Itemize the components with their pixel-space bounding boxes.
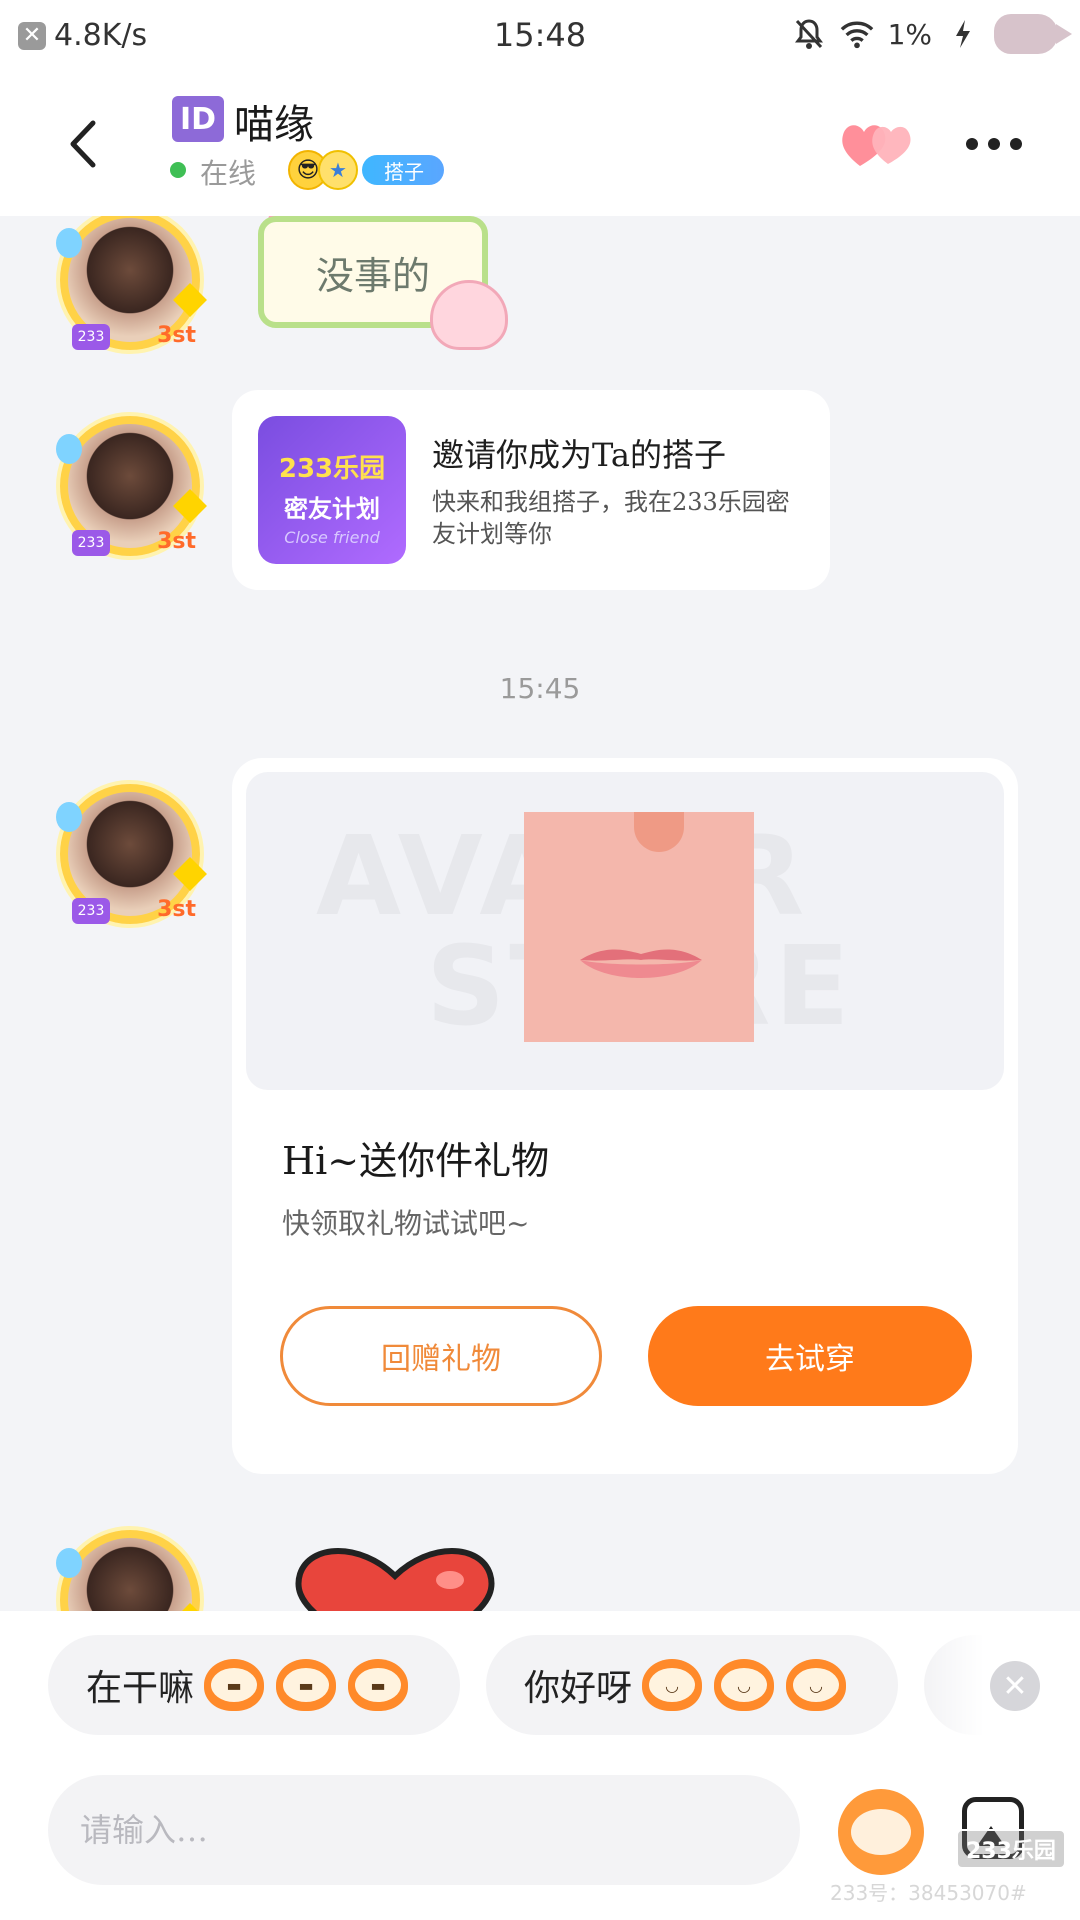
quick-reply-label: 你好呀: [524, 1668, 633, 1709]
back-button[interactable]: [58, 116, 106, 172]
smile-monkey-emoji-icon: ◡: [714, 1659, 775, 1711]
partner-label: 搭子: [362, 155, 444, 185]
online-status: 在线: [200, 157, 257, 190]
face-shape: ▬: [211, 1668, 258, 1702]
balloon-deco-icon: [56, 1548, 82, 1578]
id-badge: ID: [172, 96, 224, 142]
gift-preview[interactable]: AVATAR STORE: [246, 772, 1004, 1090]
more-dot: [988, 138, 1000, 150]
nose-shape: [634, 812, 684, 852]
status-bar: ✕ 4.8K/s 15:48 1%: [0, 0, 1080, 70]
star-deco-icon: [173, 857, 207, 891]
invite-description: 快来和我组搭子，我在233乐园密友计划等你: [432, 488, 790, 548]
online-dot: [170, 162, 186, 178]
more-dot: [966, 138, 978, 150]
watermark-logo: 233乐园: [956, 1829, 1066, 1869]
avatar-tag: 3st: [157, 323, 196, 348]
mascot-emoji-button[interactable]: [838, 1789, 924, 1875]
invite-icon-line3: Close friend: [284, 528, 380, 547]
star-deco-icon: [173, 489, 207, 523]
more-dot: [1010, 138, 1022, 150]
close-friend-plan-icon: 233乐园 密友计划 Close friend: [258, 416, 406, 564]
balloon-deco-icon: [56, 228, 82, 258]
face-shape: ▬: [355, 1668, 402, 1702]
quick-reply-label: 在干嘛: [86, 1668, 195, 1709]
close-icon: ✕: [1002, 1668, 1028, 1704]
mascot-face-icon: [851, 1809, 911, 1855]
battery-percent: 1%: [887, 17, 932, 51]
heart-sticker-icon[interactable]: [290, 1546, 500, 1611]
star-eyes-emoji-icon: ★: [318, 150, 358, 190]
gift-card[interactable]: AVATAR STORE Hi~送你件礼物 快领取礼物试试吧~ 回赠礼物 去试穿: [232, 758, 1018, 1474]
chevron-left-icon: [70, 120, 96, 168]
grin-monkey-emoji-icon: ▬: [276, 1659, 337, 1711]
invite-card[interactable]: 233乐园 密友计划 Close friend 邀请你成为Ta的搭子 快来和我组…: [232, 390, 830, 590]
status-right: 1%: [792, 14, 1072, 54]
invite-icon-line2: 密友计划: [284, 495, 380, 523]
return-gift-button[interactable]: 回赠礼物: [280, 1306, 602, 1406]
face-shape: ▬: [283, 1668, 330, 1702]
more-options-button[interactable]: [966, 132, 1026, 156]
fish-icon: [994, 14, 1072, 54]
gift-title: Hi~送你件礼物: [282, 1139, 550, 1183]
avatar-tag: 3st: [157, 529, 196, 554]
chat-header: ID 喵缘 在线 😎 ★ 搭子: [0, 70, 1080, 216]
invite-title: 邀请你成为Ta的搭子: [432, 436, 726, 474]
face-shape: ◡: [649, 1668, 696, 1702]
teapot-sticker-icon: [430, 280, 508, 350]
smile-monkey-emoji-icon: ◡: [642, 1659, 703, 1711]
star-deco-icon: [173, 283, 207, 317]
avatar-badge: 233: [72, 530, 110, 556]
quick-reply-chip-partial[interactable]: [924, 1635, 984, 1735]
quick-reply-chip[interactable]: 你好呀 ◡ ◡ ◡: [486, 1635, 898, 1735]
grin-monkey-emoji-icon: ▬: [204, 1659, 265, 1711]
face-shape: ◡: [721, 1668, 768, 1702]
close-quick-replies-button[interactable]: ✕: [990, 1661, 1040, 1711]
message-input[interactable]: [48, 1775, 800, 1885]
star-deco-icon: [173, 1603, 207, 1611]
mute-bell-icon: [792, 17, 826, 51]
balloon-deco-icon: [56, 802, 82, 832]
watermark-user-id: 233号：38453070#: [830, 1881, 1027, 1905]
face-shape: ◡: [793, 1668, 840, 1702]
wifi-icon: [840, 17, 874, 51]
invite-icon-line1: 233乐园: [278, 454, 386, 484]
time-separator: 15:45: [499, 672, 581, 705]
avatar-badge: 233: [72, 898, 110, 924]
try-on-button[interactable]: 去试穿: [648, 1306, 972, 1406]
gift-subtitle: 快领取礼物试试吧~: [282, 1207, 530, 1240]
lips-icon: [580, 949, 702, 978]
quick-reply-chip[interactable]: 在干嘛 ▬ ▬ ▬: [48, 1635, 460, 1735]
chat-messages[interactable]: 233 3st 没事的 233 3st 233乐园 密友计划 Close fri…: [0, 216, 1080, 1611]
input-bar: 233乐园 233号：38453070#: [0, 1761, 1080, 1920]
quick-reply-bar: 在干嘛 ▬ ▬ ▬ 你好呀 ◡ ◡ ◡ ✕: [0, 1611, 1080, 1761]
grin-monkey-emoji-icon: ▬: [348, 1659, 409, 1711]
avatar[interactable]: 233 3st: [56, 216, 207, 350]
smile-monkey-emoji-icon: ◡: [786, 1659, 847, 1711]
balloon-deco-icon: [56, 434, 82, 464]
avatar-tag: 3st: [157, 897, 196, 922]
lipstick-item-image: [524, 812, 754, 1042]
contact-name[interactable]: 喵缘: [234, 92, 314, 150]
avatar[interactable]: [56, 1530, 207, 1611]
avatar-badge: 233: [72, 324, 110, 350]
charging-icon: [946, 17, 980, 51]
avatar[interactable]: 233 3st: [56, 784, 207, 924]
avatar[interactable]: 233 3st: [56, 416, 207, 556]
hearts-icon[interactable]: [840, 118, 914, 170]
partner-badge[interactable]: 😎 ★ 搭子: [288, 150, 444, 190]
